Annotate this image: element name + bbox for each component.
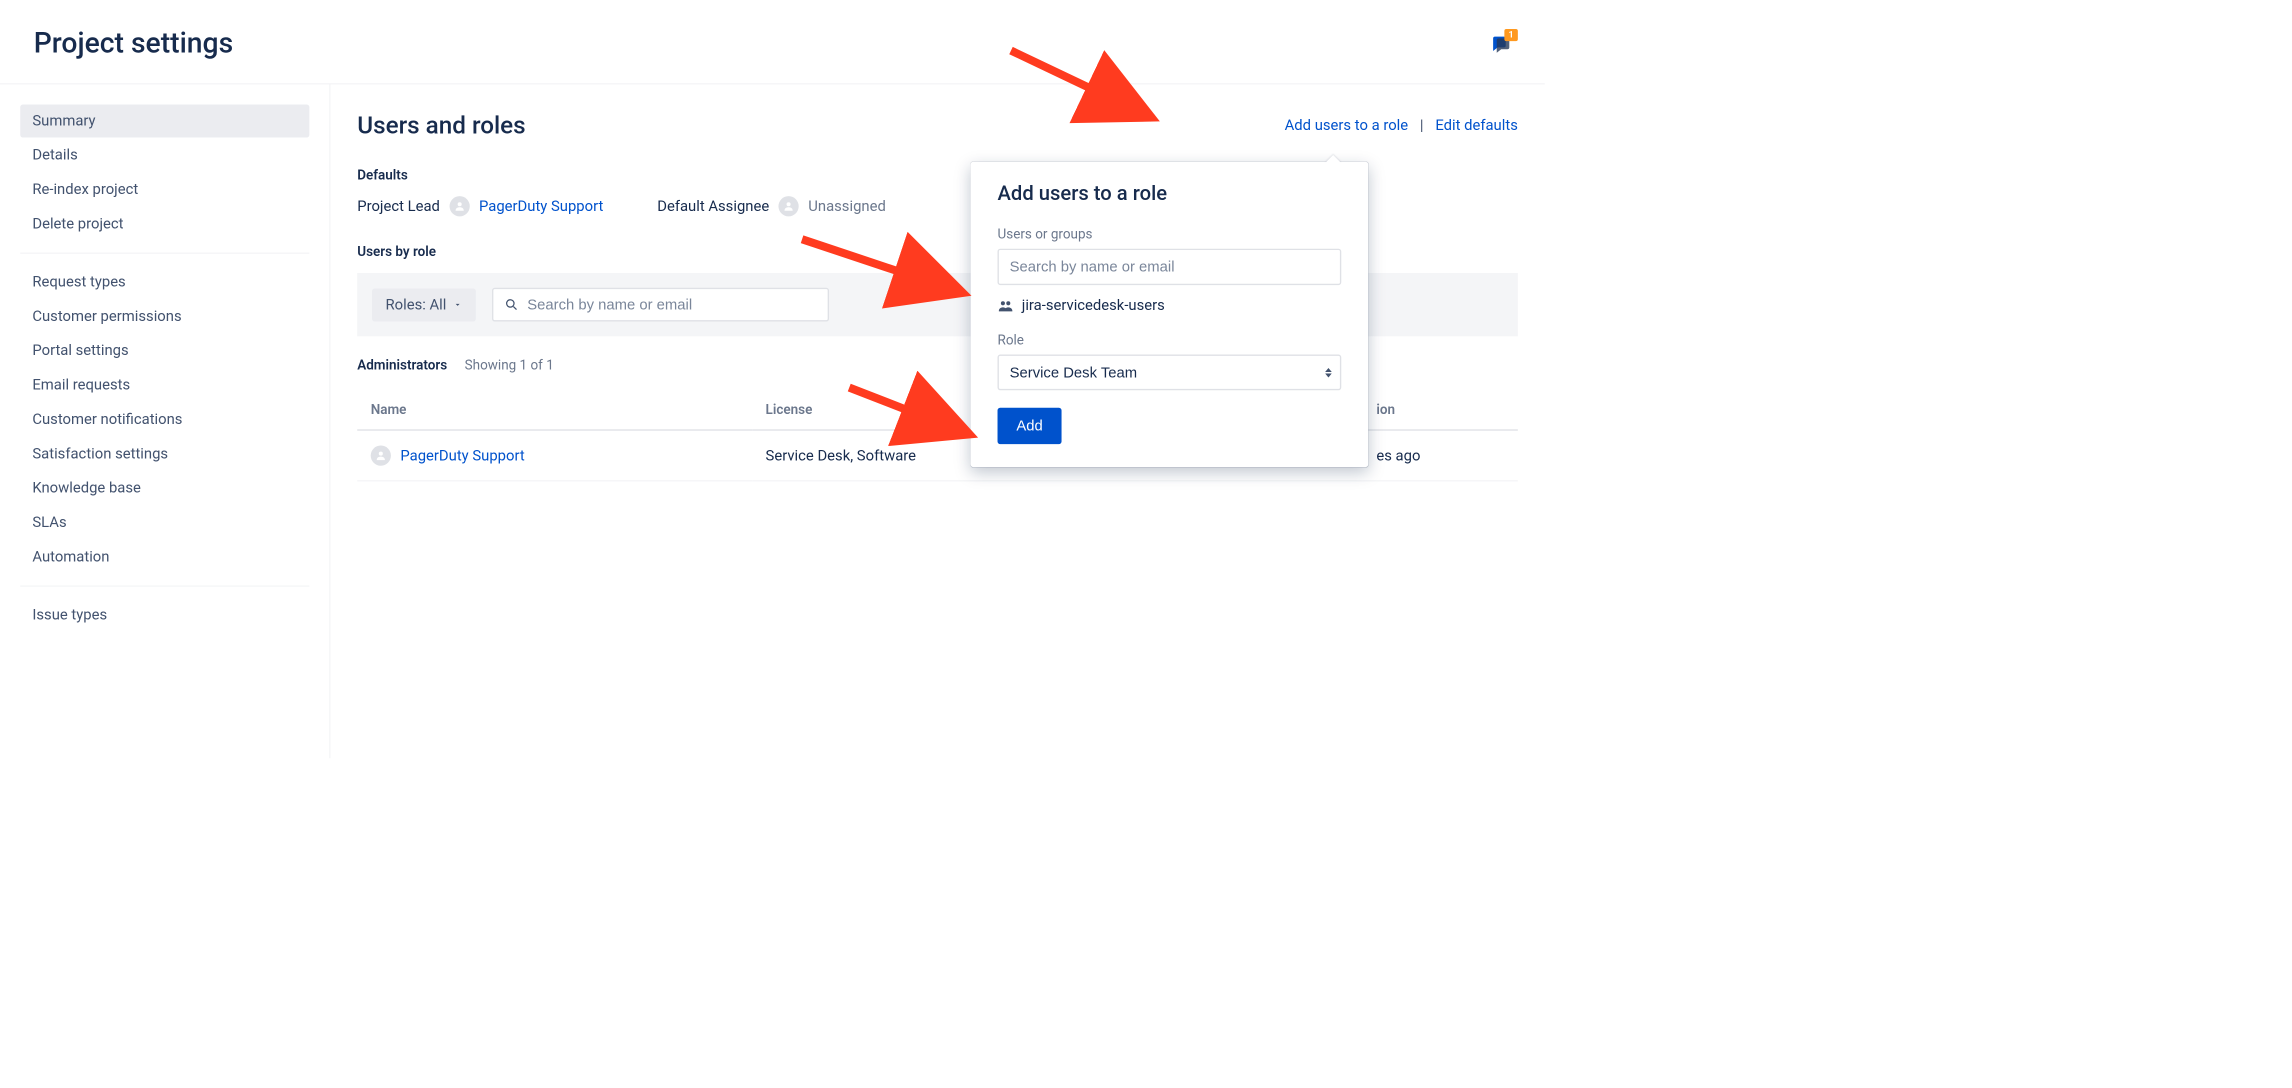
sidebar-item[interactable]: Summary	[20, 104, 309, 137]
separator: |	[1420, 117, 1424, 134]
avatar-icon	[779, 196, 799, 216]
project-lead-value[interactable]: PagerDuty Support	[479, 198, 603, 215]
sidebar-item[interactable]: SLAs	[20, 506, 309, 539]
feedback-icon[interactable]: 1	[1490, 33, 1512, 55]
default-assignee-value: Unassigned	[808, 198, 886, 215]
add-users-link[interactable]: Add users to a role	[1285, 117, 1409, 134]
add-users-popover: Add users to a role Users or groups jira…	[971, 162, 1369, 467]
table-header: Name	[357, 389, 752, 430]
sidebar-item[interactable]: Satisfaction settings	[20, 437, 309, 470]
default-assignee: Default Assignee Unassigned	[657, 196, 886, 216]
sidebar-item[interactable]: Delete project	[20, 208, 309, 241]
group-icon	[998, 298, 1014, 314]
avatar-icon	[449, 196, 469, 216]
popover-title: Add users to a role	[998, 182, 1342, 206]
selected-group-chip[interactable]: jira-servicedesk-users	[998, 297, 1342, 314]
users-field-label: Users or groups	[998, 226, 1342, 242]
role-group-name: Administrators	[357, 357, 447, 373]
users-search-input[interactable]	[998, 249, 1342, 285]
avatar-icon	[371, 446, 391, 466]
main-content: Users and roles Add users to a role | Ed…	[330, 84, 1545, 758]
edit-defaults-link[interactable]: Edit defaults	[1435, 117, 1518, 134]
user-name[interactable]: PagerDuty Support	[400, 447, 524, 464]
project-lead: Project Lead PagerDuty Support	[357, 196, 603, 216]
project-lead-label: Project Lead	[357, 198, 440, 215]
search-box[interactable]	[492, 288, 829, 322]
page-title: Project settings	[34, 27, 233, 60]
search-icon	[504, 297, 519, 312]
sidebar-item[interactable]: Customer notifications	[20, 403, 309, 436]
role-select[interactable]: Service Desk Team	[998, 355, 1342, 391]
sidebar-item[interactable]: Email requests	[20, 369, 309, 402]
name-cell: PagerDuty Support	[357, 430, 752, 481]
search-input[interactable]	[527, 296, 817, 314]
roles-dropdown[interactable]: Roles: All	[372, 288, 476, 321]
main-actions: Add users to a role | Edit defaults	[1285, 117, 1518, 134]
sidebar-divider	[20, 253, 309, 254]
sidebar-item[interactable]: Re-index project	[20, 173, 309, 206]
sidebar-item[interactable]: Request types	[20, 266, 309, 299]
sidebar-item[interactable]: Knowledge base	[20, 472, 309, 505]
section-title: Users and roles	[357, 111, 525, 139]
sidebar-item[interactable]: Automation	[20, 541, 309, 574]
sidebar-item[interactable]: Customer permissions	[20, 300, 309, 333]
chevron-down-icon	[453, 300, 462, 309]
sidebar: SummaryDetailsRe-index projectDelete pro…	[0, 84, 330, 758]
extra-cell: es ago	[1363, 430, 1518, 481]
sidebar-item[interactable]: Issue types	[20, 599, 309, 632]
table-header: ion	[1363, 389, 1518, 430]
showing-count: Showing 1 of 1	[465, 357, 554, 373]
sidebar-divider	[20, 586, 309, 587]
page-header: Project settings 1	[0, 0, 1545, 84]
roles-dropdown-label: Roles: All	[386, 296, 447, 313]
role-field-label: Role	[998, 332, 1342, 348]
notification-badge: 1	[1504, 29, 1517, 41]
default-assignee-label: Default Assignee	[657, 198, 769, 215]
add-button[interactable]: Add	[998, 408, 1062, 444]
sidebar-item[interactable]: Details	[20, 139, 309, 172]
selected-group-name: jira-servicedesk-users	[1022, 297, 1165, 314]
sidebar-item[interactable]: Portal settings	[20, 334, 309, 367]
